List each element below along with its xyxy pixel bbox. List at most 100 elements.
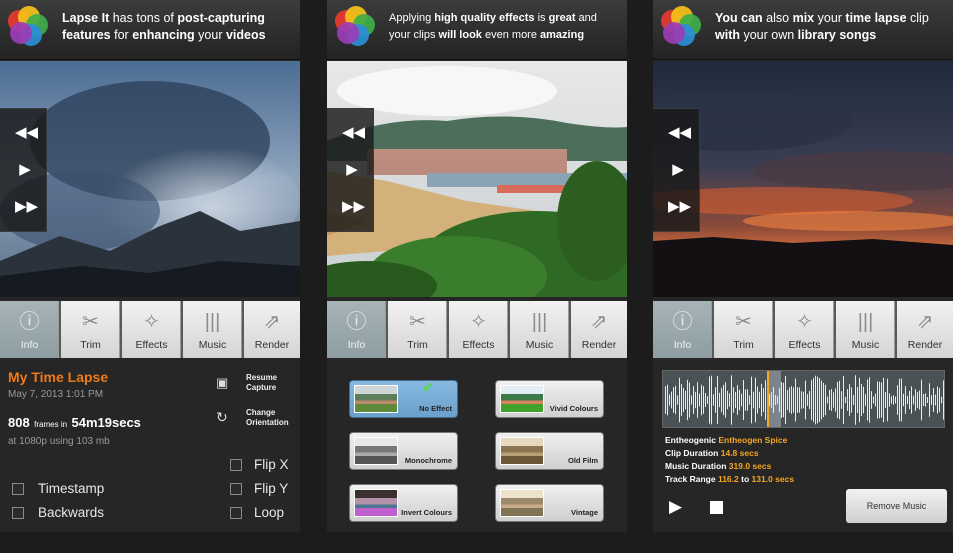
checkmark-icon: ✔: [422, 379, 434, 395]
waveform-bar: [857, 386, 858, 414]
effect-no-effect[interactable]: ✔ No Effect: [349, 379, 458, 418]
waveform-bar: [685, 390, 686, 410]
waveform-bar: [801, 391, 802, 409]
effect-thumbnail: [500, 489, 544, 517]
music-duration-row: Music Duration 319.0 secs: [665, 461, 771, 471]
tab-label: Effects: [462, 339, 495, 351]
waveform-bar: [667, 384, 668, 416]
tab-info[interactable]: ⓘ Info: [653, 301, 712, 358]
waveform-bar: [791, 386, 792, 414]
remove-music-button[interactable]: Remove Music: [846, 489, 947, 523]
waveform-bar: [911, 386, 912, 414]
orient-label-1: Change: [246, 408, 276, 417]
timestamp-checkbox[interactable]: [12, 483, 24, 495]
fast-forward-icon[interactable]: ▶▶: [668, 199, 691, 215]
effect-thumbnail: [354, 437, 398, 465]
tab-label: Info: [347, 339, 366, 351]
orient-label-2: Orientation: [246, 418, 289, 427]
waveform-bar: [807, 394, 808, 406]
waveform-bar: [793, 387, 794, 413]
play-icon[interactable]: ▶: [668, 162, 688, 178]
range-end: 131.0 secs: [751, 474, 795, 484]
fast-forward-icon[interactable]: ▶▶: [15, 199, 38, 215]
tab-music[interactable]: ||| Music: [510, 301, 569, 358]
waveform-bar: [819, 378, 820, 422]
waveform-bar: [831, 389, 832, 411]
waveform-bar: [827, 396, 828, 404]
promo-text: Lapse It has tons of post-capturing feat…: [62, 11, 266, 42]
resume-capture-button[interactable]: ▣ Resume Capture: [214, 373, 294, 397]
song-info: Entheogenic Entheogen Spice: [665, 435, 787, 445]
tab-render[interactable]: ⇗ Render: [571, 301, 627, 358]
effect-label: Invert Colours: [401, 508, 452, 517]
waveform-bar: [853, 395, 854, 405]
tab-trim[interactable]: ✂ Trim: [61, 301, 120, 358]
waveform-bar: [861, 384, 862, 416]
flip-x-checkbox[interactable]: [230, 459, 242, 471]
waveform-bar: [893, 395, 894, 405]
selected-range[interactable]: [767, 371, 781, 427]
tab-label: Effects: [788, 339, 821, 351]
waveform-bar: [751, 376, 752, 424]
flip-y-checkbox[interactable]: [230, 483, 242, 495]
rewind-icon[interactable]: ◀◀: [15, 125, 38, 141]
tab-music[interactable]: ||| Music: [183, 301, 242, 358]
clip-duration: 54m19secs: [71, 415, 141, 430]
effect-invert-colours[interactable]: Invert Colours: [349, 484, 458, 522]
waveform-bar: [921, 379, 922, 421]
waveform-bar: [757, 386, 758, 414]
tab-render[interactable]: ⇗ Render: [244, 301, 300, 358]
effect-vintage[interactable]: Vintage: [495, 484, 604, 522]
effect-vivid-colours[interactable]: Vivid Colours: [495, 380, 604, 418]
waveform-bar: [847, 389, 848, 411]
change-orientation-button[interactable]: ↻ Change Orientation: [214, 408, 298, 432]
tab-effects[interactable]: ✧ Effects: [775, 301, 834, 358]
play-icon[interactable]: ▶: [15, 162, 35, 178]
fast-forward-icon[interactable]: ▶▶: [342, 199, 365, 215]
effect-thumbnail: [500, 437, 544, 465]
loop-label: Loop: [254, 505, 285, 520]
music-waveform[interactable]: [662, 370, 945, 428]
camera-icon: ▣: [216, 375, 229, 390]
tab-trim[interactable]: ✂ Trim: [714, 301, 773, 358]
waveform-bar: [927, 396, 928, 404]
waveform-bar: [745, 389, 746, 411]
waveform-bar: [845, 396, 846, 404]
effect-monochrome[interactable]: Monochrome: [349, 432, 458, 470]
waveform-bar: [887, 378, 888, 422]
waveform-bar: [753, 391, 754, 409]
waveform-bar: [851, 387, 852, 413]
effect-label: Old Film: [568, 456, 598, 465]
waveform-bar: [817, 376, 818, 424]
tab-label: Trim: [733, 339, 754, 351]
rewind-icon[interactable]: ◀◀: [342, 125, 365, 141]
tab-render[interactable]: ⇗ Render: [897, 301, 953, 358]
effect-old-film[interactable]: Old Film: [495, 432, 604, 470]
stop-icon[interactable]: [710, 501, 723, 514]
waveform-bar: [805, 380, 806, 420]
loop-checkbox[interactable]: [230, 507, 242, 519]
tab-info[interactable]: ⓘ Info: [327, 301, 386, 358]
tab-effects[interactable]: ✧ Effects: [449, 301, 508, 358]
clip-quality: at 1080p using 103 mb: [8, 436, 110, 447]
waveform-bar: [883, 377, 884, 423]
tab-music[interactable]: ||| Music: [836, 301, 895, 358]
frame-count: 808: [8, 415, 30, 430]
tab-trim[interactable]: ✂ Trim: [388, 301, 447, 358]
promo-text: You can also mix your time lapse clip wi…: [715, 11, 929, 42]
play-icon[interactable]: ▶: [342, 162, 362, 178]
backwards-checkbox[interactable]: [12, 507, 24, 519]
effect-thumbnail: [354, 489, 398, 517]
play-icon[interactable]: ▶: [669, 497, 682, 517]
waveform-icon: |||: [204, 311, 221, 333]
tab-effects[interactable]: ✧ Effects: [122, 301, 181, 358]
waveform-bar: [891, 396, 892, 404]
effects-icon: ✧: [470, 311, 487, 333]
promo-header: You can also mix your time lapse clip wi…: [653, 0, 953, 60]
tab-label: Info: [20, 339, 39, 351]
rewind-icon[interactable]: ◀◀: [668, 125, 691, 141]
tab-label: Render: [907, 339, 943, 351]
tab-label: Effects: [135, 339, 168, 351]
render-icon: ⇗: [263, 311, 281, 333]
tab-info[interactable]: ⓘ Info: [0, 301, 59, 358]
